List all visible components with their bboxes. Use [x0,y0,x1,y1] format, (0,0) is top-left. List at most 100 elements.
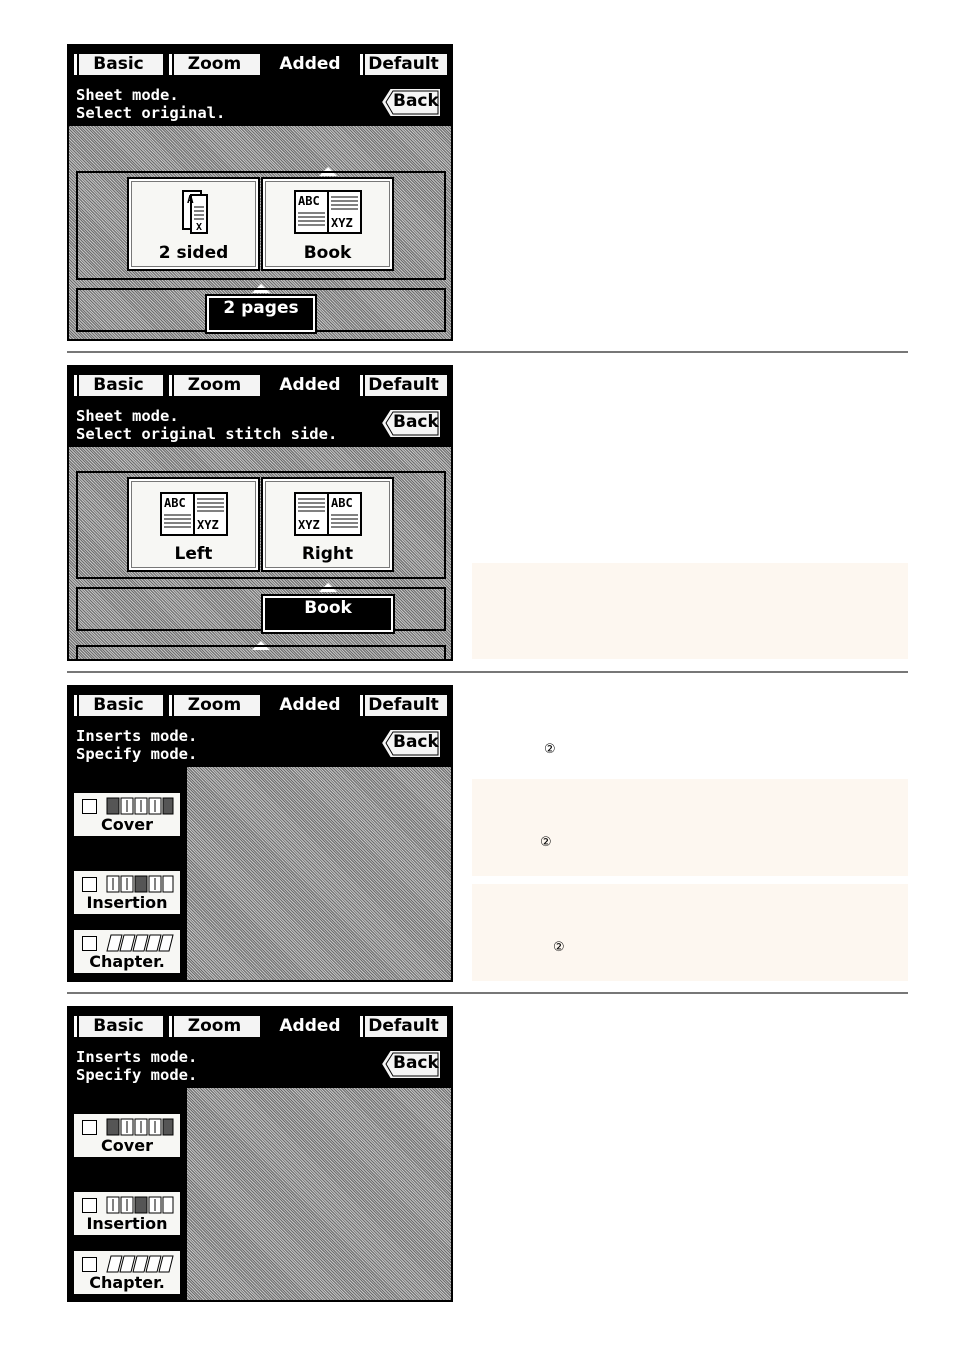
cover-checkbox[interactable] [82,1120,97,1135]
tab-basic[interactable]: Basic [72,693,165,718]
chapter-checkbox[interactable] [82,1257,97,1272]
tab-default[interactable]: Default [358,1014,449,1039]
content-area: A X 2 sided ABC XYZ Book 2 pages [69,126,451,339]
two-pages-selected-button[interactable]: 2 pages [205,294,317,334]
back-button[interactable]: Back [379,407,443,440]
cover-pages-icon [106,797,174,815]
tab-zoom[interactable]: Zoom [167,373,262,398]
tab-basic[interactable]: Basic [72,1014,165,1039]
book-selected-button[interactable]: Book [261,594,395,634]
svg-text:XYZ: XYZ [331,216,353,230]
chapter-checkbox[interactable] [82,936,97,951]
panel-sheet-mode-stitch-side: Basic Zoom Added Default Sheet mode. Sel… [67,365,453,661]
message-line-2: Select original. [76,104,226,122]
tab-basic[interactable]: Basic [72,52,165,77]
tab-added[interactable]: Added [264,52,356,77]
tab-bar: Basic Zoom Added Default [69,687,451,721]
message-line-1: Inserts mode. [76,727,198,745]
message-line-1: Sheet mode. [76,86,179,104]
mode-option-column: Cover Insertion Chapter. [69,1088,187,1300]
message-line-2: Specify mode. [76,745,198,763]
chapter-label: Chapter. [89,952,165,971]
svg-text:ABC: ABC [331,496,353,510]
chapter-option[interactable]: Chapter. [72,1249,182,1296]
tab-bar: Basic Zoom Added Default [69,46,451,80]
insertion-option[interactable]: Insertion [72,1190,182,1237]
insertion-pages-icon [106,875,174,893]
insertion-label: Insertion [86,893,168,912]
back-button-label: Back [393,91,439,111]
message-line-2: Select original stitch side. [76,425,338,443]
left-label: Left [174,544,213,564]
svg-text:XYZ: XYZ [298,518,320,532]
chapter-label: Chapter. [89,1273,165,1292]
back-button-label: Back [393,732,439,752]
section-divider [67,992,908,994]
two-sided-button[interactable]: A X 2 sided [127,177,260,271]
tab-default[interactable]: Default [358,693,449,718]
message-header: Inserts mode. Specify mode. Back [69,1042,451,1088]
tab-basic[interactable]: Basic [72,373,165,398]
book-label: Book [303,243,352,263]
book-original-icon: ABC XYZ [293,190,362,234]
cover-label: Cover [101,815,153,834]
step-marker: ② [544,742,556,757]
step-marker: ② [553,940,565,955]
tab-zoom[interactable]: Zoom [167,1014,262,1039]
content-area: Cover Insertion Chapter. [69,767,451,980]
svg-text:X: X [196,222,202,233]
chapter-option[interactable]: Chapter. [72,928,182,975]
insertion-option[interactable]: Insertion [72,869,182,916]
cover-option[interactable]: Cover [72,1112,182,1159]
back-button-label: Back [393,412,439,432]
message-header: Sheet mode. Select original stitch side.… [69,401,451,447]
step-marker: ② [540,835,552,850]
tab-added[interactable]: Added [264,693,356,718]
panel-inserts-mode-b: Basic Zoom Added Default Inserts mode. S… [67,1006,453,1302]
message-line-2: Specify mode. [76,1066,198,1084]
chapter-pages-icon [106,934,174,952]
tab-default[interactable]: Default [358,373,449,398]
tab-added[interactable]: Added [264,373,356,398]
message-line-1: Inserts mode. [76,1048,198,1066]
back-button[interactable]: Back [379,727,443,760]
note-box [472,563,908,659]
tab-default[interactable]: Default [358,52,449,77]
tab-zoom[interactable]: Zoom [167,693,262,718]
cover-checkbox[interactable] [82,799,97,814]
cover-option[interactable]: Cover [72,791,182,838]
back-button[interactable]: Back [379,86,443,119]
panel-sheet-mode-select-original: Basic Zoom Added Default Sheet mode. Sel… [67,44,453,341]
message-header: Sheet mode. Select original. Back [69,80,451,126]
note-box [472,779,908,876]
tab-bar: Basic Zoom Added Default [69,367,451,401]
tab-zoom[interactable]: Zoom [167,52,262,77]
message-header: Inserts mode. Specify mode. Back [69,721,451,767]
cover-label: Cover [101,1136,153,1155]
book-button[interactable]: ABC XYZ Book [261,177,394,271]
insertion-checkbox[interactable] [82,877,97,892]
insertion-checkbox[interactable] [82,1198,97,1213]
left-stitch-button[interactable]: ABC XYZ Left [127,477,260,572]
content-area: Cover Insertion Chapter. [69,1088,451,1300]
two-sided-label: 2 sided [158,243,229,263]
back-button-label: Back [393,1053,439,1073]
content-area: ABC XYZ Left XYZ ABC Right Book [69,447,451,659]
mode-option-column: Cover Insertion Chapter. [69,767,187,980]
svg-text:XYZ: XYZ [197,518,219,532]
section-divider [67,671,908,673]
section-divider [67,351,908,353]
svg-text:ABC: ABC [298,194,320,208]
back-button[interactable]: Back [379,1048,443,1081]
lower-row [76,645,446,659]
svg-text:ABC: ABC [164,496,186,510]
right-stitch-book-icon: XYZ ABC [293,492,362,536]
right-stitch-button[interactable]: XYZ ABC Right [261,477,394,572]
left-stitch-book-icon: ABC XYZ [159,492,228,536]
svg-text:A: A [187,193,194,206]
right-label: Right [301,544,354,564]
insertion-pages-icon [106,1196,174,1214]
insertion-label: Insertion [86,1214,168,1233]
tab-added[interactable]: Added [264,1014,356,1039]
message-line-1: Sheet mode. [76,407,179,425]
